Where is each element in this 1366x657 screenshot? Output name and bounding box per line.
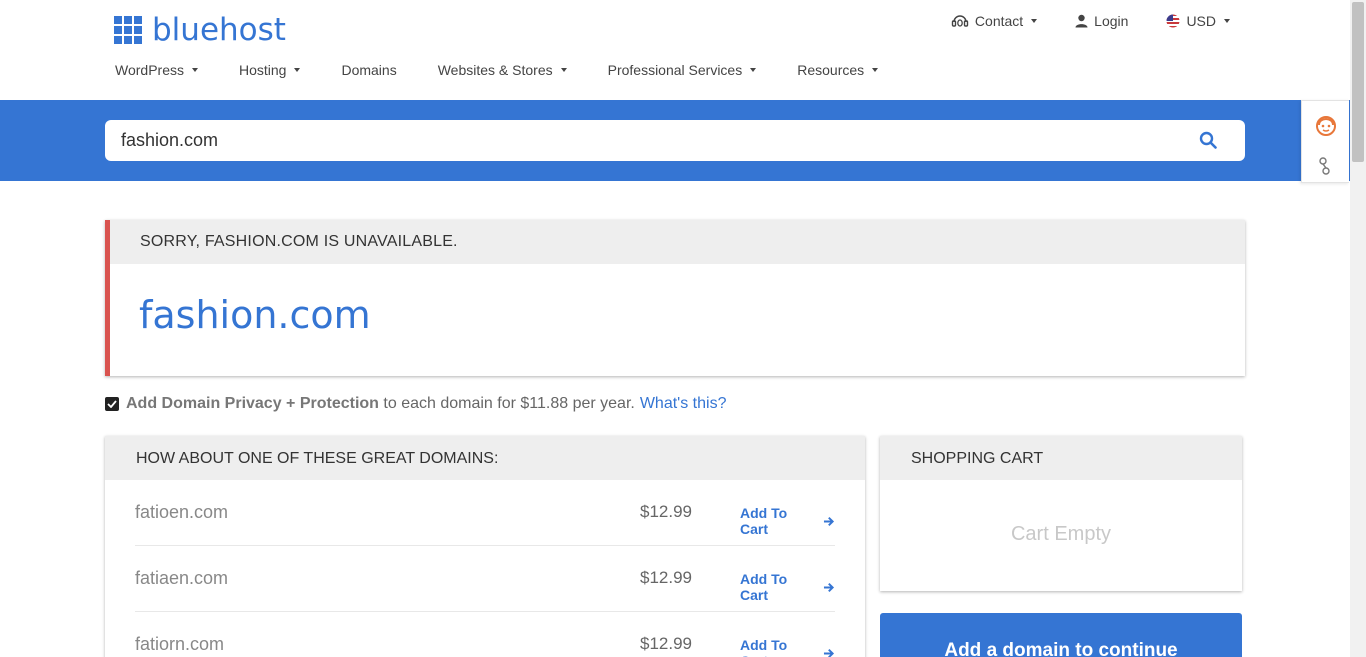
headset-icon (951, 15, 969, 27)
add-to-cart-label: Add To Cart (740, 505, 788, 537)
suggestion-price: $12.99 (640, 568, 692, 587)
suggestion-domain: fatioen.com (135, 502, 229, 522)
arrow-right-icon (824, 648, 835, 657)
nav-item-websites-stores[interactable]: Websites & Stores (438, 62, 567, 78)
nav-item-domains[interactable]: Domains (341, 62, 396, 78)
cart-heading: SHOPPING CART (880, 436, 1242, 480)
chevron-down-icon (1224, 19, 1230, 23)
privacy-title: Add Domain Privacy + Protection (126, 395, 379, 412)
support-agent-icon (1316, 116, 1336, 136)
scrollbar-thumb[interactable] (1352, 2, 1364, 162)
domain-suggestions-panel: HOW ABOUT ONE OF THESE GREAT DOMAINS: fa… (105, 436, 865, 657)
suggestion-row: fatiaen.com $12.99 Add To Cart (135, 546, 835, 612)
support-agent-button[interactable] (1313, 113, 1339, 144)
unavailable-result-card: SORRY, FASHION.COM IS UNAVAILABLE. fashi… (105, 220, 1245, 376)
user-icon (1075, 14, 1088, 28)
floating-help-widget (1301, 100, 1349, 183)
suggestions-heading: HOW ABOUT ONE OF THESE GREAT DOMAINS: (105, 436, 865, 480)
search-button[interactable] (1199, 131, 1217, 154)
add-to-cart-button[interactable]: Add To Cart (740, 637, 835, 657)
whats-this-link[interactable]: What's this? (640, 395, 727, 413)
add-to-cart-button[interactable]: Add To Cart (740, 571, 835, 603)
checkmark-icon (107, 400, 117, 408)
contact-label: Contact (974, 13, 1024, 29)
privacy-description: to each domain for $11.88 per year. (383, 395, 635, 412)
arrow-right-icon (824, 582, 835, 592)
suggestion-domain: fatiorn.com (135, 634, 225, 654)
chevron-down-icon (294, 68, 301, 72)
shopping-cart-panel: SHOPPING CART Cart Empty (880, 436, 1242, 591)
nav-item-professional-services[interactable]: Professional Services (608, 62, 757, 78)
login-link[interactable]: Login (1075, 13, 1128, 29)
suggestion-price: $12.99 (640, 502, 692, 521)
chevron-down-icon (191, 68, 198, 72)
nav-label: Professional Services (607, 62, 743, 78)
chevron-down-icon (750, 68, 757, 72)
nav-item-wordpress[interactable]: WordPress (115, 62, 198, 78)
privacy-checkbox[interactable] (105, 397, 119, 411)
chevron-down-icon (1031, 19, 1038, 23)
continue-button[interactable]: Add a domain to continue (880, 613, 1242, 657)
help-tools-button[interactable] (1318, 157, 1334, 180)
nav-label: WordPress (115, 62, 184, 78)
suggestion-row: fatioen.com $12.99 Add To Cart (135, 480, 835, 546)
domain-search-input[interactable] (121, 130, 1171, 151)
page-scrollbar[interactable] (1350, 0, 1366, 657)
nav-item-hosting[interactable]: Hosting (238, 62, 301, 78)
chevron-down-icon (872, 68, 879, 72)
logo-grid-icon (114, 16, 142, 44)
search-icon (1199, 131, 1217, 149)
logo-text: bluehost (152, 12, 286, 48)
nav-item-resources[interactable]: Resources (797, 62, 879, 78)
suggestion-row: fatiorn.com $12.99 Add To Cart (135, 612, 835, 657)
bluehost-logo[interactable]: bluehost (114, 12, 286, 48)
nav-label: Resources (797, 62, 865, 78)
currency-menu[interactable]: USD (1166, 13, 1230, 29)
us-flag-icon (1166, 14, 1180, 28)
domain-search-box (105, 120, 1245, 161)
arrow-right-icon (824, 516, 835, 526)
chevron-down-icon (560, 68, 567, 72)
suggestion-price: $12.99 (640, 634, 692, 653)
suggestion-domain: fatiaen.com (135, 568, 229, 588)
contact-menu[interactable]: Contact (951, 13, 1038, 29)
add-to-cart-label: Add To Cart (740, 571, 788, 603)
nav-label: Hosting (238, 62, 287, 78)
search-band (0, 100, 1350, 181)
main-nav: WordPress Hosting Domains Websites & Sto… (115, 62, 919, 78)
nav-label: Domains (341, 62, 397, 78)
login-label: Login (1094, 13, 1129, 29)
add-to-cart-button[interactable]: Add To Cart (740, 505, 835, 537)
privacy-option: Add Domain Privacy + Protection to each … (105, 395, 726, 413)
connector-icon (1319, 157, 1330, 175)
nav-label: Websites & Stores (437, 62, 553, 78)
site-header: bluehost Contact Login USD WordPress Hos… (0, 0, 1350, 100)
cart-empty-text: Cart Empty (1010, 523, 1112, 545)
add-to-cart-label: Add To Cart (740, 637, 788, 657)
unavailable-heading: SORRY, FASHION.COM IS UNAVAILABLE. (110, 220, 1245, 264)
top-utility-nav: Contact Login USD (913, 13, 1230, 29)
searched-domain: fashion.com (139, 293, 371, 337)
currency-label: USD (1186, 13, 1216, 29)
